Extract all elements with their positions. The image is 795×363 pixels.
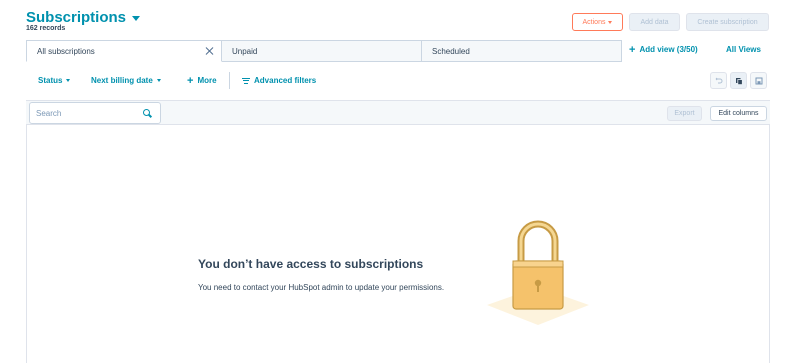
tab-label: All subscriptions: [37, 46, 95, 56]
more-filters-button[interactable]: + More: [187, 74, 217, 87]
add-data-button[interactable]: Add data: [629, 13, 680, 31]
status-filter[interactable]: Status: [38, 76, 71, 85]
undo-icon: [715, 77, 722, 83]
close-icon[interactable]: [205, 46, 215, 56]
add-view-button[interactable]: + Add view (3/50): [629, 43, 698, 56]
tab-unpaid[interactable]: Unpaid: [222, 40, 422, 62]
edit-columns-button[interactable]: Edit columns: [710, 106, 767, 121]
next-billing-date-filter[interactable]: Next billing date: [91, 76, 161, 85]
search-input[interactable]: [36, 108, 143, 118]
more-label: More: [197, 76, 217, 85]
caret-down-icon: [66, 79, 71, 82]
table-area: You don’t have access to subscriptions Y…: [26, 125, 770, 363]
caret-down-icon: [608, 20, 613, 24]
actions-label: Actions: [582, 18, 606, 26]
create-subscription-button[interactable]: Create subscription: [686, 13, 769, 31]
page-title-dropdown[interactable]: Subscriptions: [26, 9, 141, 26]
all-views-link[interactable]: All Views: [726, 45, 761, 54]
tab-all-subscriptions[interactable]: All subscriptions: [26, 40, 222, 62]
billing-filter-label: Next billing date: [91, 76, 153, 85]
filter-bar: Status Next billing date + More Advanced…: [26, 62, 770, 100]
tab-scheduled[interactable]: Scheduled: [422, 40, 622, 62]
save-icon: [755, 77, 762, 84]
copy-icon: [735, 77, 743, 85]
advanced-filters-button[interactable]: Advanced filters: [242, 76, 316, 85]
page-header: Subscriptions 162 records Actions Add da…: [0, 0, 795, 40]
save-button[interactable]: [750, 72, 767, 89]
record-count: 162 records: [26, 25, 66, 32]
tab-label: Scheduled: [432, 46, 470, 56]
plus-icon: +: [629, 43, 636, 56]
divider: [229, 72, 230, 89]
empty-state-title: You don’t have access to subscriptions: [198, 257, 424, 271]
undo-button[interactable]: [710, 72, 727, 89]
status-filter-label: Status: [38, 76, 63, 85]
caret-down-icon: [156, 79, 161, 82]
search-box: [29, 102, 161, 124]
filter-lines-icon: [242, 77, 250, 84]
chevron-down-icon: [132, 16, 141, 21]
page-title: Subscriptions: [26, 9, 127, 26]
empty-state-description: You need to contact your HubSpot admin t…: [198, 283, 445, 292]
search-icon[interactable]: [143, 108, 152, 118]
advanced-filters-label: Advanced filters: [254, 76, 317, 85]
plus-icon: +: [187, 74, 194, 87]
add-view-label: Add view (3/50): [639, 45, 698, 54]
export-button[interactable]: Export: [667, 106, 702, 121]
tab-label: Unpaid: [232, 46, 258, 56]
actions-button[interactable]: Actions: [572, 13, 623, 31]
lock-icon: [487, 220, 589, 325]
table-toolbar: Export Edit columns: [26, 100, 770, 125]
copy-button[interactable]: [730, 72, 747, 89]
